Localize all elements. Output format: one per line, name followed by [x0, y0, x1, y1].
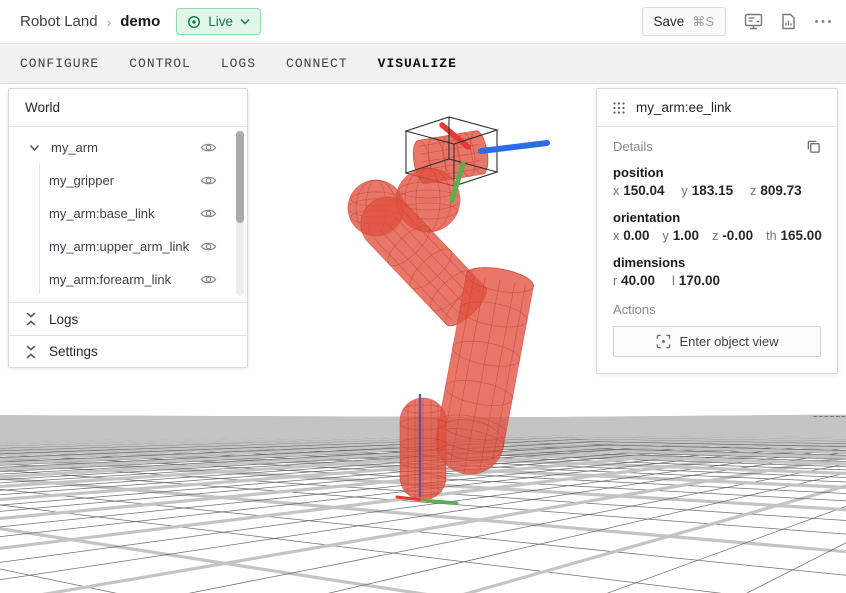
- position-z-value: 809.73: [760, 183, 801, 198]
- visibility-eye-icon[interactable]: [200, 141, 217, 154]
- gizmo-z-axis[interactable]: [481, 143, 547, 151]
- tree-item-label: my_gripper: [49, 173, 200, 188]
- axis-key: r: [613, 274, 617, 288]
- collapse-vertical-icon: [25, 312, 37, 326]
- tree-scrollbar[interactable]: [236, 131, 244, 296]
- save-shortcut: ⌘S: [692, 14, 714, 30]
- settings-section-toggle[interactable]: Settings: [9, 335, 247, 367]
- visibility-eye-icon[interactable]: [200, 174, 217, 187]
- axis-key: x: [613, 229, 619, 243]
- file-chart-icon[interactable]: [781, 13, 796, 30]
- save-button[interactable]: Save ⌘S: [642, 7, 726, 36]
- tree-item-my-arm[interactable]: my_arm: [9, 131, 247, 164]
- tree-indent-guide: [39, 163, 40, 294]
- tab-control[interactable]: CONTROL: [129, 56, 191, 71]
- dimensions-label: dimensions: [613, 255, 821, 270]
- world-panel: World my_arm my_gripper my_arm:base_li: [8, 88, 248, 368]
- visibility-eye-icon[interactable]: [200, 273, 217, 286]
- position-x-value: 150.04: [623, 183, 664, 198]
- breadcrumb-separator: ›: [107, 14, 112, 30]
- base-link-capsule[interactable]: [400, 394, 446, 500]
- axis-key: x: [613, 184, 619, 198]
- scene-tree: my_arm my_gripper my_arm:base_link my_ar…: [9, 127, 247, 303]
- visibility-eye-icon[interactable]: [200, 240, 217, 253]
- live-label: Live: [208, 14, 233, 29]
- position-label: position: [613, 165, 821, 180]
- orientation-x-value: 0.00: [623, 228, 649, 243]
- enter-object-view-label: Enter object view: [680, 334, 779, 349]
- tree-scrollbar-thumb[interactable]: [236, 131, 244, 223]
- collapse-vertical-icon: [25, 345, 37, 359]
- axis-key: th: [766, 229, 776, 243]
- settings-section-label: Settings: [49, 344, 98, 359]
- dimensions-group: dimensions r 40.00 l 170.00: [613, 255, 821, 288]
- axis-key: l: [672, 274, 675, 288]
- remote-display-icon[interactable]: [744, 13, 763, 30]
- orientation-label: orientation: [613, 210, 821, 225]
- save-label: Save: [654, 14, 685, 29]
- details-panel-header[interactable]: my_arm:ee_link: [597, 89, 837, 127]
- drag-handle-icon[interactable]: [613, 102, 625, 114]
- tree-item-my-gripper[interactable]: my_gripper: [9, 164, 247, 197]
- tree-item-label: my_arm:base_link: [49, 206, 200, 221]
- tab-logs[interactable]: LOGS: [221, 56, 256, 71]
- tree-item-label: my_arm: [51, 140, 200, 155]
- tree-item-forearm-link[interactable]: my_arm:forearm_link: [9, 263, 247, 296]
- breadcrumb-app-link[interactable]: Robot Land: [20, 13, 98, 30]
- more-options-icon[interactable]: [814, 19, 832, 24]
- details-label: Details: [613, 139, 653, 154]
- tab-connect[interactable]: CONNECT: [286, 56, 348, 71]
- orientation-y-value: 1.00: [673, 228, 699, 243]
- focus-target-icon: [656, 334, 671, 349]
- world-panel-title: World: [9, 89, 247, 127]
- chevron-down-icon: [240, 18, 250, 25]
- orientation-z-value: -0.00: [722, 228, 753, 243]
- object-details-panel: my_arm:ee_link Details position x 150.04 …: [596, 88, 838, 374]
- live-status-dropdown[interactable]: Live: [176, 8, 261, 35]
- breadcrumb-machine-name[interactable]: demo: [120, 13, 160, 30]
- tree-item-label: my_arm:upper_arm_link: [49, 239, 200, 254]
- tab-configure[interactable]: CONFIGURE: [20, 56, 99, 71]
- tab-visualize[interactable]: VISUALIZE: [378, 56, 457, 71]
- logs-section-label: Logs: [49, 312, 78, 327]
- position-y-value: 183.15: [692, 183, 733, 198]
- copy-icon[interactable]: [806, 139, 821, 154]
- actions-label: Actions: [613, 302, 821, 317]
- orientation-group: orientation x 0.00 y 1.00 z -0.00 th 165.00: [613, 210, 821, 243]
- breadcrumb: Robot Land › demo: [20, 13, 160, 30]
- position-group: position x 150.04 y 183.15 z 809.73: [613, 165, 821, 198]
- logs-section-toggle[interactable]: Logs: [9, 303, 247, 335]
- tree-item-label: my_arm:forearm_link: [49, 272, 200, 287]
- selected-object-title: my_arm:ee_link: [636, 100, 731, 115]
- dimensions-l-value: 170.00: [679, 273, 720, 288]
- axis-key: z: [750, 184, 756, 198]
- visibility-eye-icon[interactable]: [200, 207, 217, 220]
- dimensions-r-value: 40.00: [621, 273, 655, 288]
- tree-item-upper-arm-link[interactable]: my_arm:upper_arm_link: [9, 230, 247, 263]
- broadcast-icon: [187, 15, 201, 29]
- chevron-down-icon[interactable]: [29, 141, 41, 155]
- app-window: Robot Land › demo Live Save ⌘S: [0, 0, 846, 593]
- orientation-th-value: 165.00: [781, 228, 822, 243]
- nav-tab-bar: CONFIGURE CONTROL LOGS CONNECT VISUALIZE: [0, 43, 846, 84]
- axis-key: y: [682, 184, 688, 198]
- enter-object-view-button[interactable]: Enter object view: [613, 326, 821, 357]
- axis-key: z: [712, 229, 718, 243]
- tree-item-base-link[interactable]: my_arm:base_link: [9, 197, 247, 230]
- app-header: Robot Land › demo Live Save ⌘S: [0, 0, 846, 43]
- axis-key: y: [663, 229, 669, 243]
